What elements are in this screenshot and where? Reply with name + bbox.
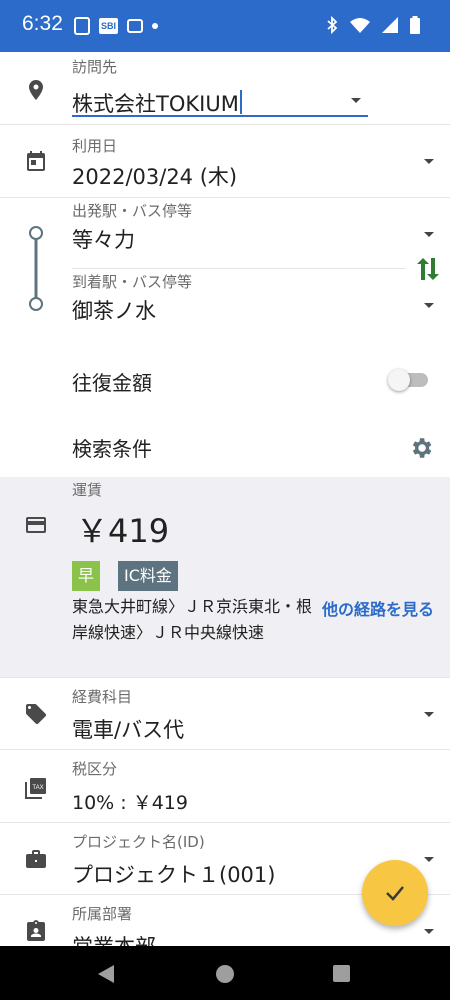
dot-icon	[152, 23, 159, 29]
back-icon[interactable]	[98, 965, 114, 983]
expense-category-dropdown-icon[interactable]	[424, 712, 434, 717]
fare-amount: ￥419	[76, 512, 170, 550]
date-value[interactable]: 2022/03/24 (木)	[72, 161, 237, 191]
tax-row[interactable]: TAX 税区分 10% : ￥419	[0, 750, 450, 823]
early-badge: 早	[72, 561, 100, 591]
expense-category-value[interactable]: 電車/バス代	[72, 714, 184, 744]
battery-icon	[410, 16, 420, 34]
wifi-icon	[350, 18, 370, 33]
credit-card-icon	[26, 517, 46, 533]
arrival-value[interactable]: 御茶ノ水	[72, 295, 156, 325]
text-caret	[239, 90, 242, 114]
destination-input[interactable]: 株式会社TOKIUM	[72, 88, 242, 118]
departure-value[interactable]: 等々力	[72, 224, 135, 254]
status-left-icons: SBI	[74, 16, 159, 36]
search-conditions-row[interactable]: 検索条件	[0, 415, 450, 477]
destination-underline	[72, 115, 368, 117]
sbi-icon: SBI	[99, 18, 119, 34]
destination-label: 訪問先	[72, 58, 118, 76]
bluetooth-icon	[327, 16, 338, 34]
gear-icon[interactable]	[408, 435, 434, 461]
other-route-link[interactable]: 他の経路を見る	[322, 596, 434, 620]
round-trip-label: 往復金額	[72, 371, 152, 395]
project-value[interactable]: プロジェクト１(001)	[72, 859, 275, 889]
status-right-icons	[326, 16, 420, 34]
train-icon	[74, 17, 90, 35]
check-icon	[386, 886, 404, 901]
round-trip-row: 往復金額	[0, 345, 450, 415]
project-dropdown-icon[interactable]	[424, 857, 434, 862]
save-check-button[interactable]	[362, 860, 428, 926]
departure-dropdown-icon[interactable]	[424, 232, 434, 237]
calendar-icon	[27, 151, 45, 171]
search-conditions-label: 検索条件	[72, 437, 152, 461]
arrival-dropdown-icon[interactable]	[424, 303, 434, 308]
route-description: 東急大井町線〉ＪＲ京浜東北・根岸線快速〉ＪＲ中央線快速	[72, 597, 313, 642]
department-value[interactable]: 営業本部	[72, 931, 156, 946]
arrival-field[interactable]: 到着駅・バス停等 御茶ノ水	[0, 269, 450, 339]
departure-field[interactable]: 出発駅・バス停等 等々力	[0, 198, 450, 268]
destination-dropdown-icon[interactable]	[351, 98, 361, 103]
ic-fare-badge: IC料金	[118, 561, 178, 591]
tax-value[interactable]: 10% : ￥419	[72, 788, 188, 815]
date-label: 利用日	[72, 137, 118, 155]
round-trip-toggle-knob[interactable]	[388, 369, 410, 391]
status-time: 6:32	[22, 12, 63, 35]
destination-value: 株式会社TOKIUM	[72, 92, 239, 116]
tax-label: 税区分	[72, 760, 118, 778]
badge-icon	[27, 920, 45, 941]
signal-icon	[382, 17, 398, 33]
departure-label: 出発駅・バス停等	[72, 202, 193, 220]
expense-category-row[interactable]: 経費科目 電車/バス代	[0, 678, 450, 750]
tax-icon: TAX	[25, 778, 46, 799]
destination-row[interactable]: 訪問先 株式会社TOKIUM	[0, 52, 450, 125]
department-label: 所属部署	[72, 905, 133, 923]
print-icon	[127, 19, 144, 33]
arrival-label: 到着駅・バス停等	[72, 273, 193, 291]
briefcase-icon	[26, 850, 46, 868]
location-pin-icon	[29, 80, 43, 100]
tax-icon-text: TAX	[32, 785, 43, 791]
department-dropdown-icon[interactable]	[424, 929, 434, 934]
fare-label: 運賃	[72, 481, 103, 499]
navigation-bar	[0, 946, 450, 1000]
home-icon[interactable]	[216, 965, 234, 983]
status-bar: 6:32 SBI	[0, 0, 450, 52]
expense-category-label: 経費科目	[72, 688, 133, 706]
fare-section	[0, 477, 450, 678]
date-dropdown-icon[interactable]	[424, 159, 434, 164]
project-label: プロジェクト名(ID)	[72, 833, 205, 851]
tag-icon	[26, 704, 46, 724]
date-row[interactable]: 利用日 2022/03/24 (木)	[0, 125, 450, 198]
recent-apps-icon[interactable]	[333, 965, 350, 982]
